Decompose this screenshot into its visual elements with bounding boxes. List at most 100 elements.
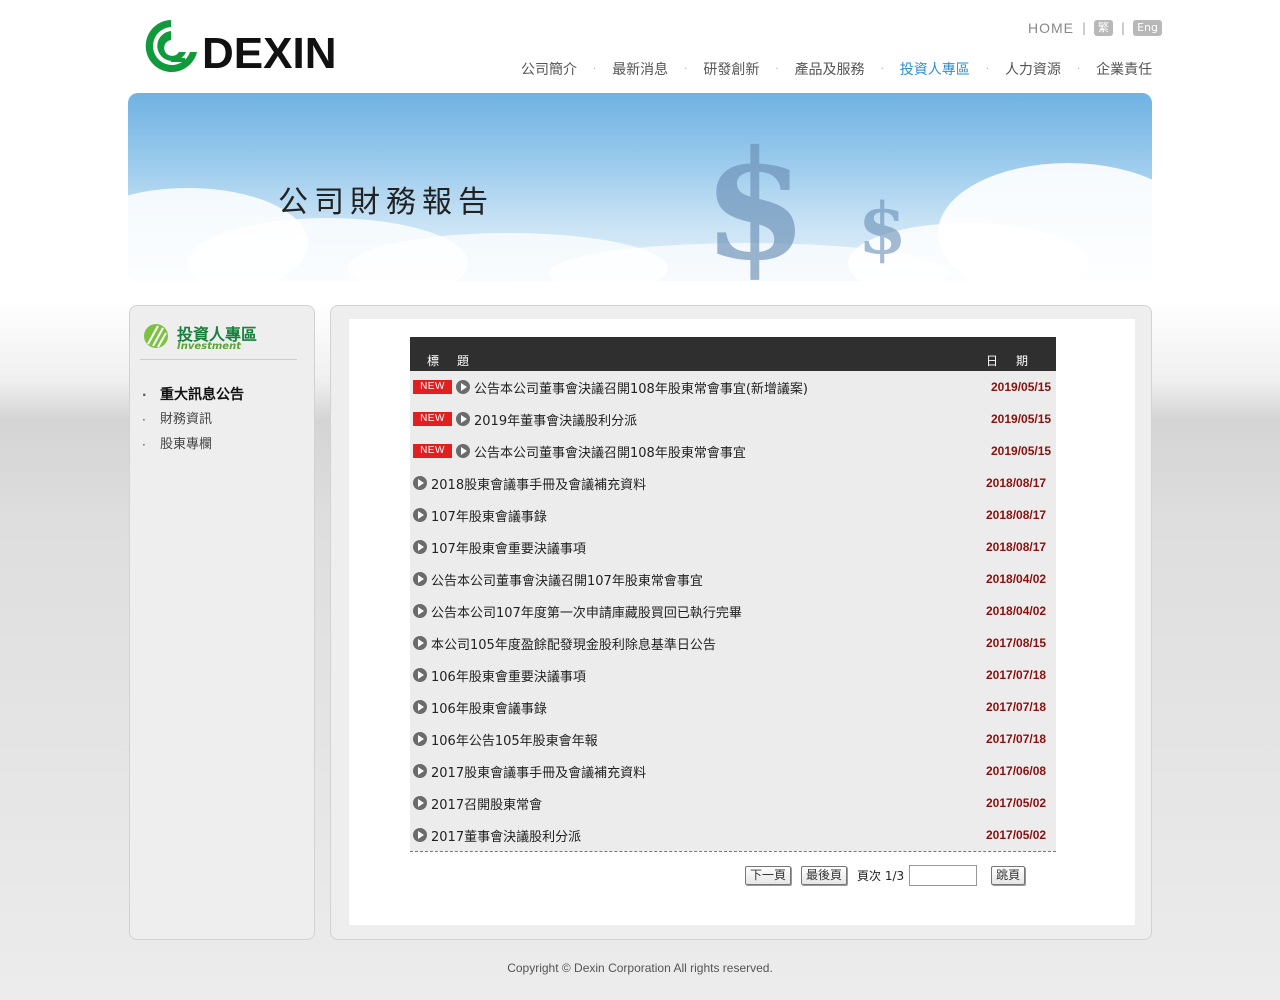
- arrow-right-icon: [413, 764, 427, 778]
- arrow-right-icon: [413, 636, 427, 650]
- row-date: 2018/08/17: [986, 508, 1047, 522]
- row-date: 2017/06/08: [986, 764, 1047, 778]
- nav-item-investors[interactable]: 投資人專區: [884, 59, 986, 79]
- leaf-icon: [144, 324, 168, 348]
- svg-text:$: $: [858, 187, 907, 270]
- row-title-link[interactable]: 107年股東會重要決議事項: [431, 538, 586, 557]
- column-header-title: 標題: [427, 354, 488, 368]
- table-row[interactable]: 106年公告105年股東會年報 2017/07/18: [410, 723, 1056, 755]
- nav-item-rnd[interactable]: 研發創新: [687, 59, 775, 79]
- row-title-link[interactable]: 2017董事會決議股利分派: [431, 826, 581, 845]
- row-date: 2018/08/17: [986, 540, 1047, 554]
- sidebar-menu: · 重大訊息公告 · 財務資訊 · 股東專欄: [142, 382, 244, 457]
- nav-item-csr[interactable]: 企業責任: [1080, 59, 1168, 79]
- page-info: 頁次 1/3: [857, 868, 905, 883]
- table-row[interactable]: 2017召開股東常會 2017/05/02: [410, 787, 1056, 819]
- table-row[interactable]: 107年股東會重要決議事項 2018/08/17: [410, 531, 1056, 563]
- row-title-link[interactable]: 2017召開股東常會: [431, 794, 542, 813]
- row-title-link[interactable]: 本公司105年度盈餘配發現金股利除息基準日公告: [431, 634, 716, 653]
- nav-item-hr[interactable]: 人力資源: [989, 59, 1077, 79]
- lang-traditional-button[interactable]: 繁: [1094, 20, 1114, 36]
- new-badge: NEW: [413, 444, 452, 458]
- arrow-right-icon: [413, 476, 427, 490]
- table-header: 標題 日期: [410, 337, 1056, 371]
- row-date: 2019/05/15: [991, 412, 1052, 426]
- arrow-right-icon: [413, 508, 427, 522]
- table-row[interactable]: 107年股東會議事錄 2018/08/17: [410, 499, 1056, 531]
- jump-page-input[interactable]: [909, 864, 978, 886]
- row-title-link[interactable]: 公告本公司董事會決議召開107年股東常會事宜: [431, 570, 703, 589]
- table-row[interactable]: 2017股東會議事手冊及會議補充資料 2017/06/08: [410, 755, 1056, 787]
- table-row[interactable]: 公告本公司董事會決議召開107年股東常會事宜 2018/04/02: [410, 563, 1056, 595]
- table-row[interactable]: 2017董事會決議股利分派 2017/05/02: [410, 819, 1056, 851]
- arrow-right-icon: [413, 668, 427, 682]
- table-row[interactable]: 公告本公司107年度第一次申請庫藏股買回已執行完畢 2018/04/02: [410, 595, 1056, 627]
- last-page-button[interactable]: 最後頁: [801, 865, 848, 885]
- row-date: 2017/07/18: [986, 732, 1047, 746]
- nav-item-news[interactable]: 最新消息: [596, 59, 684, 79]
- row-date: 2017/08/15: [986, 636, 1047, 650]
- row-date: 2017/07/18: [986, 700, 1047, 714]
- row-title-link[interactable]: 2017股東會議事手冊及會議補充資料: [431, 762, 646, 781]
- table-row[interactable]: NEW 公告本公司董事會決議召開108年股東常會事宜(新增議案) 2019/05/1…: [410, 371, 1056, 403]
- table-row[interactable]: 106年股東會重要決議事項 2017/07/18: [410, 659, 1056, 691]
- row-title-link[interactable]: 106年公告105年股東會年報: [431, 730, 598, 749]
- separator: |: [1121, 21, 1126, 35]
- row-date: 2017/07/18: [986, 668, 1047, 682]
- bullet: ·: [142, 387, 147, 402]
- sidebar-item-announcements[interactable]: · 重大訊息公告: [142, 382, 244, 407]
- column-header-date: 日期: [986, 354, 1047, 368]
- svg-text:$: $: [703, 118, 807, 281]
- nav-item-about[interactable]: 公司簡介: [505, 59, 593, 79]
- row-title-link[interactable]: 2018股東會議事手冊及會議補充資料: [431, 474, 646, 493]
- separator: |: [1082, 21, 1087, 35]
- top-links: HOME | 繁 | Eng: [1028, 19, 1162, 37]
- row-date: 2019/05/15: [991, 444, 1052, 458]
- sidebar-item-financial-info[interactable]: · 財務資訊: [142, 407, 244, 432]
- main-nav: 公司簡介 · 最新消息 · 研發創新 · 產品及服務 · 投資人專區 · 人力資…: [505, 58, 1155, 80]
- lang-english-button[interactable]: Eng: [1133, 20, 1162, 36]
- footer-copyright: Copyright © Dexin Corporation All rights…: [507, 961, 773, 975]
- nav-item-products[interactable]: 產品及服務: [779, 59, 881, 79]
- sidebar-item-label: 重大訊息公告: [160, 386, 244, 403]
- arrow-right-icon: [413, 572, 427, 586]
- table-row[interactable]: 106年股東會議事錄 2017/07/18: [410, 691, 1056, 723]
- arrow-right-icon: [413, 604, 427, 618]
- next-page-button[interactable]: 下一頁: [745, 865, 792, 885]
- arrow-right-icon: [456, 444, 470, 458]
- table-body: NEW 公告本公司董事會決議召開108年股東常會事宜(新增議案) 2019/05/1…: [410, 371, 1056, 851]
- jump-page-button[interactable]: 跳頁: [991, 865, 1026, 885]
- row-date: 2018/04/02: [986, 604, 1047, 618]
- row-title-link[interactable]: 公告本公司董事會決議召開108年股東常會事宜: [474, 442, 746, 461]
- row-title-link[interactable]: 公告本公司107年度第一次申請庫藏股買回已執行完畢: [431, 602, 742, 621]
- arrow-right-icon: [456, 380, 470, 394]
- table-divider: [410, 851, 1056, 852]
- row-title-link[interactable]: 2019年董事會決議股利分派: [474, 410, 637, 429]
- bullet: ·: [142, 437, 146, 452]
- row-title-link[interactable]: 106年股東會重要決議事項: [431, 666, 586, 685]
- content-panel: 標題 日期 NEW 公告本公司董事會決議召開108年股東常會事宜(新增議案) 201…: [330, 305, 1152, 940]
- arrow-right-icon: [413, 700, 427, 714]
- table-row[interactable]: NEW 2019年董事會決議股利分派 2019/05/15: [410, 403, 1056, 435]
- brand-name: DEXIN: [202, 29, 337, 78]
- sidebar-item-label: 股東專欄: [160, 436, 213, 452]
- banner: $ $ 公司財務報告: [128, 93, 1152, 281]
- table-row[interactable]: 2018股東會議事手冊及會議補充資料 2018/08/17: [410, 467, 1056, 499]
- row-date: 2019/05/15: [991, 380, 1052, 394]
- arrow-right-icon: [413, 732, 427, 746]
- new-badge: NEW: [413, 380, 452, 394]
- pagination: 下一頁 最後頁 頁次 1/3 跳頁: [745, 864, 1035, 886]
- logo-mark-icon: [145, 20, 197, 72]
- row-title-link[interactable]: 107年股東會議事錄: [431, 506, 547, 525]
- table-row[interactable]: NEW 公告本公司董事會決議召開108年股東常會事宜 2019/05/15: [410, 435, 1056, 467]
- new-badge: NEW: [413, 412, 452, 426]
- sidebar-item-shareholders[interactable]: · 股東專欄: [142, 432, 244, 457]
- bullet: ·: [142, 412, 146, 427]
- row-title-link[interactable]: 106年股東會議事錄: [431, 698, 547, 717]
- row-date: 2017/05/02: [986, 828, 1047, 842]
- arrow-right-icon: [456, 412, 470, 426]
- table-row[interactable]: 本公司105年度盈餘配發現金股利除息基準日公告 2017/08/15: [410, 627, 1056, 659]
- content-area: 標題 日期 NEW 公告本公司董事會決議召開108年股東常會事宜(新增議案) 201…: [349, 319, 1135, 925]
- home-link[interactable]: HOME: [1028, 20, 1074, 36]
- row-title-link[interactable]: 公告本公司董事會決議召開108年股東常會事宜(新增議案): [474, 378, 808, 397]
